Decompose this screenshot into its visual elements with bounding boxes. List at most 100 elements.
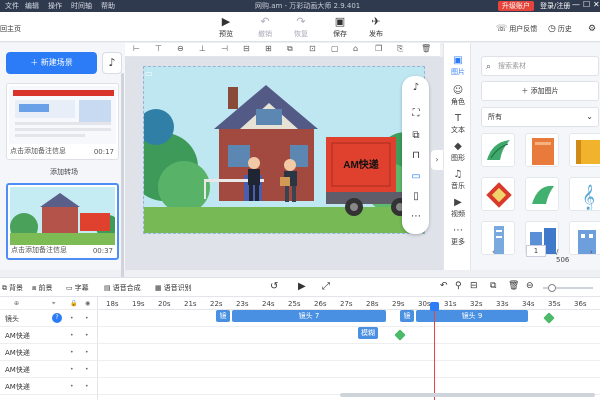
- next-page-icon[interactable]: ›: [590, 248, 593, 256]
- track-row[interactable]: AM快递 • •: [0, 327, 98, 344]
- align-vertical-icon[interactable]: ⊥: [199, 44, 206, 53]
- lock-icon[interactable]: ⌂: [353, 44, 358, 53]
- scene-note[interactable]: 点击添加备注信息: [10, 146, 66, 156]
- prev-page-icon[interactable]: ‹: [492, 248, 495, 256]
- dot-icon[interactable]: •: [70, 383, 74, 390]
- dot-icon[interactable]: •: [85, 349, 89, 356]
- feedback-button[interactable]: ☏ 用户反馈: [496, 24, 537, 34]
- maximize-button[interactable]: ☐: [583, 0, 590, 9]
- filter-icon[interactable]: ⚲: [455, 281, 462, 291]
- asset-thumbnail[interactable]: [481, 133, 515, 167]
- add-image-button[interactable]: ＋ 添加图片: [481, 81, 599, 101]
- close-button[interactable]: ✕: [593, 0, 600, 9]
- effect-clip[interactable]: 模糊: [358, 327, 378, 339]
- redo-button[interactable]: ↷ 恢复: [287, 15, 315, 39]
- dot-icon[interactable]: •: [85, 366, 89, 373]
- publish-button[interactable]: ✈ 发布: [362, 15, 390, 39]
- asset-thumbnail[interactable]: 𝄞: [569, 177, 600, 211]
- menu-action[interactable]: 操作: [48, 1, 62, 11]
- phone-icon[interactable]: ▯: [408, 191, 424, 202]
- tab-image[interactable]: ▣ 图片: [444, 55, 472, 77]
- tab-text[interactable]: T 文本: [444, 113, 472, 135]
- minimize-button[interactable]: —: [572, 0, 580, 9]
- camera-clip[interactable]: 镜头 7: [232, 310, 386, 322]
- timeline-scrollbar[interactable]: [340, 393, 595, 397]
- music-note-icon[interactable]: ♪: [408, 82, 424, 93]
- scene-list-scrollbar[interactable]: [121, 73, 124, 283]
- more-icon[interactable]: ⋯: [408, 211, 424, 222]
- category-select[interactable]: 所有 ⌄: [481, 107, 599, 127]
- menu-timeline[interactable]: 时间轴: [71, 1, 92, 11]
- music-button[interactable]: ♪: [102, 52, 122, 74]
- dot-icon[interactable]: •: [85, 332, 89, 339]
- camera-clip[interactable]: 镜: [216, 310, 230, 322]
- stage-canvas[interactable]: AM快递: [143, 66, 425, 234]
- fullscreen-icon[interactable]: ⤢: [322, 281, 330, 292]
- undo-timeline-icon[interactable]: ↶: [440, 281, 448, 291]
- settings-button[interactable]: ⚙: [588, 24, 598, 34]
- tab-character[interactable]: ☺ 角色: [444, 85, 472, 107]
- track-lane[interactable]: [98, 344, 600, 361]
- collapse-panel-button[interactable]: ›: [431, 150, 443, 170]
- camera-clip[interactable]: 镜: [400, 310, 414, 322]
- lock-icon[interactable]: ⊓: [408, 150, 424, 161]
- asset-thumbnail[interactable]: [525, 177, 559, 211]
- split-icon[interactable]: ⊟: [470, 281, 478, 291]
- playhead-handle[interactable]: [430, 302, 439, 311]
- track-row[interactable]: AM快递 • •: [0, 344, 98, 361]
- track-lane[interactable]: 镜 镜头 7 镜 镜头 9: [98, 310, 600, 327]
- new-scene-button[interactable]: ＋ 新建场景: [6, 52, 97, 74]
- copy-track-icon[interactable]: ⧉: [490, 281, 496, 291]
- group-icon[interactable]: ▢: [331, 44, 339, 53]
- tab-more[interactable]: ⋯ 更多: [444, 225, 472, 247]
- align-top-icon[interactable]: ⊤: [155, 44, 162, 53]
- keyframe-marker[interactable]: [543, 312, 555, 324]
- asset-thumbnail[interactable]: [569, 221, 600, 255]
- voice-synthesis-button[interactable]: ▤ 语音合成: [104, 283, 141, 293]
- asset-thumbnail[interactable]: [481, 177, 515, 211]
- delete-track-icon[interactable]: 🗑: [508, 281, 519, 291]
- add-transition[interactable]: 添加转场: [50, 167, 78, 177]
- lock-icon[interactable]: 🔒: [70, 300, 77, 307]
- tab-shape[interactable]: ◆ 图形: [444, 141, 472, 163]
- voice-recognition-button[interactable]: ▦ 语音识别: [155, 283, 192, 293]
- menu-file[interactable]: 文件: [5, 1, 19, 11]
- save-button[interactable]: ▣ 保存: [326, 15, 354, 39]
- keyframe-marker[interactable]: [394, 329, 406, 341]
- track-row[interactable]: AM快递 • •: [0, 361, 98, 378]
- align-center-icon[interactable]: ⊖: [177, 44, 184, 53]
- copy-icon[interactable]: ❐: [375, 44, 382, 53]
- play-button-icon[interactable]: ▶: [298, 281, 306, 292]
- dot-icon[interactable]: •: [70, 315, 74, 322]
- help-icon[interactable]: ?: [52, 313, 62, 323]
- dot-icon[interactable]: •: [70, 366, 74, 373]
- dot-icon[interactable]: •: [70, 332, 74, 339]
- scene-card-2[interactable]: 点击添加备注信息 00:37: [6, 183, 119, 260]
- asset-thumbnail[interactable]: [481, 221, 515, 255]
- layer-down-icon[interactable]: ⊡: [309, 44, 316, 53]
- asset-thumbnail[interactable]: [525, 133, 559, 167]
- zoom-slider-handle[interactable]: [548, 284, 556, 292]
- dot-icon[interactable]: •: [85, 315, 89, 322]
- foreground-button[interactable]: ⧈ 前景: [32, 283, 52, 293]
- scene-note[interactable]: 点击添加备注信息: [11, 245, 67, 255]
- replay-icon[interactable]: ↺: [270, 281, 278, 292]
- search-input[interactable]: ⌕ 搜索素材: [481, 56, 599, 76]
- asset-thumbnail[interactable]: [569, 133, 600, 167]
- track-row[interactable]: AM快递 • •: [0, 378, 98, 395]
- time-ruler[interactable]: 18s 19s 20s 21s 22s 23s 24s 25s 26s 27s 28s 29s 30s 3…: [98, 297, 600, 310]
- zoom-out-icon[interactable]: ⊖: [526, 281, 534, 291]
- history-button[interactable]: ◷ 历史: [548, 24, 572, 34]
- dot-icon[interactable]: •: [70, 349, 74, 356]
- pin-icon[interactable]: ⌖: [52, 300, 55, 308]
- distribute-vertical-icon[interactable]: ⊞: [265, 44, 272, 53]
- crop-icon[interactable]: ⛶: [408, 108, 424, 119]
- track-row-camera[interactable]: 镜头 ? • •: [0, 310, 98, 327]
- scene-card-1[interactable]: 点击添加备注信息 00:17: [6, 83, 119, 160]
- camera-clip[interactable]: 镜头 9: [416, 310, 528, 322]
- delete-icon[interactable]: 🗑: [421, 44, 431, 53]
- login-link[interactable]: 登录/注册: [540, 1, 570, 11]
- undo-button[interactable]: ↶ 撤销: [251, 15, 279, 39]
- layer-up-icon[interactable]: ⧉: [287, 44, 293, 54]
- background-button[interactable]: ⧉ 背景: [2, 283, 23, 293]
